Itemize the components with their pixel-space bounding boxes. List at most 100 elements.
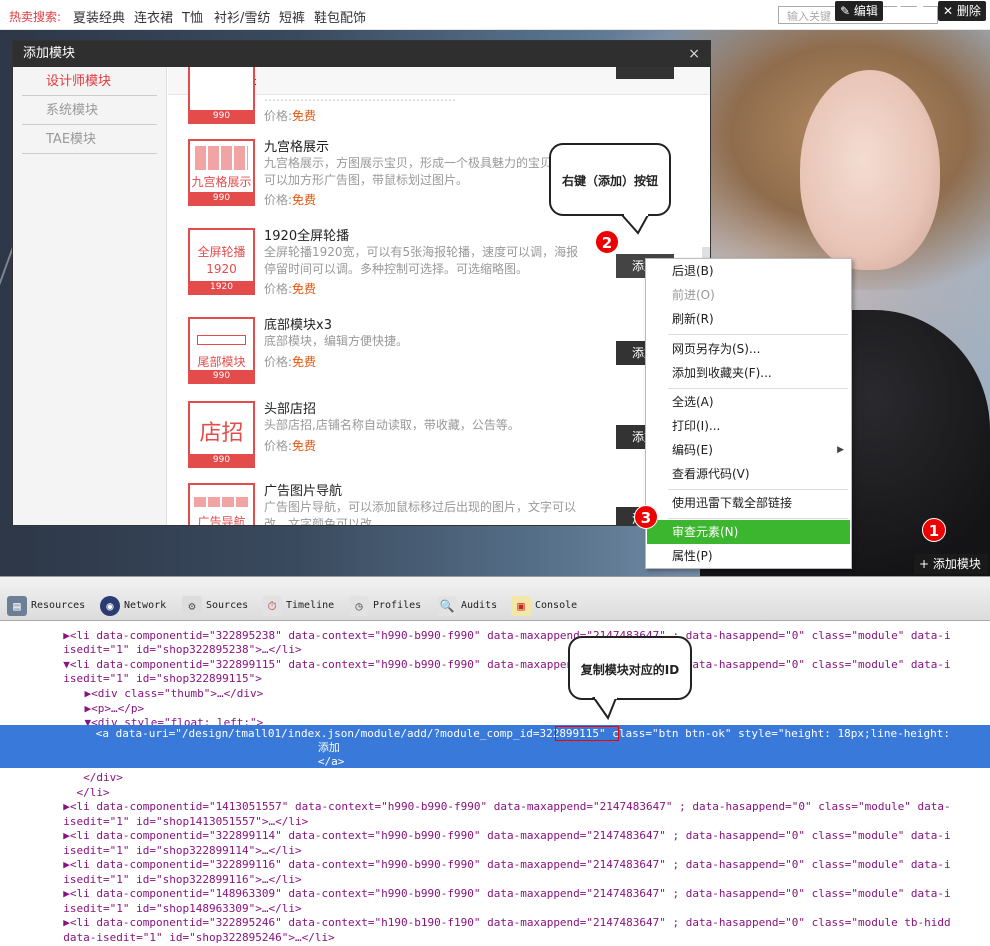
code-line: </a>: [0, 755, 345, 768]
menu-item-forward[interactable]: 前进(O): [647, 283, 850, 307]
code-line[interactable]: isedit="1" id="shop322895238">…</li>: [50, 643, 301, 658]
menu-item-print[interactable]: 打印(I)...: [647, 414, 850, 438]
sidebar-item-system[interactable]: 系统模块: [22, 96, 157, 125]
tab-profiles[interactable]: ◷ Profiles: [349, 596, 421, 616]
sidebar-item-tae[interactable]: TAE模块: [22, 125, 157, 154]
menu-item-properties[interactable]: 属性(P): [647, 544, 850, 568]
code-line[interactable]: ▶<p>…</p>: [58, 702, 144, 717]
code-line[interactable]: <a data-uri="/design/tmall01/index.json/…: [56, 727, 950, 742]
add-module-button[interactable]: + 添加模块: [914, 554, 988, 574]
menu-item-save-as[interactable]: 网页另存为(S)...: [647, 337, 850, 361]
tab-sources[interactable]: ⚙ Sources: [182, 596, 248, 616]
code-line[interactable]: ▶<li data-componentid="322895246" data-c…: [50, 916, 950, 931]
tab-console[interactable]: ▣ Console: [511, 596, 577, 616]
sources-icon: ⚙: [182, 596, 202, 616]
module-thumb: 尾部模块 990: [188, 317, 255, 384]
tab-timeline[interactable]: ⏱ Timeline: [262, 596, 334, 616]
code-line[interactable]: ▶<li data-componentid="322899114" data-c…: [50, 829, 950, 844]
code-line[interactable]: </li>: [50, 786, 109, 801]
code-line[interactable]: data-isedit="1" id="shop322895246">…</li…: [50, 931, 335, 946]
add-module-dialog: 添加模块 × 设计师模块 系统模块 TAE模块 共有16模块 990 ………………: [12, 40, 711, 526]
hot-link-3[interactable]: 衬衫/雪纺: [214, 7, 270, 26]
menu-separator: [668, 334, 848, 335]
tab-network[interactable]: ◉ Network: [100, 596, 166, 616]
tab-audits[interactable]: 🔍 Audits: [437, 596, 497, 616]
menu-item-inspect-element[interactable]: 审查元素(N): [647, 520, 850, 544]
list-item: 店招 990 头部店招 头部店招,店铺名称自动读取，带收藏，公告等。 价格:免费…: [188, 401, 688, 481]
network-icon: ◉: [100, 596, 120, 616]
banner-model-face: [800, 70, 940, 270]
pencil-icon: ✎: [840, 4, 851, 18]
callout-copy-id: 复制模块对应的ID: [568, 636, 692, 700]
code-line[interactable]: ▶<li data-componentid="322899116" data-c…: [50, 858, 950, 873]
module-title: 广告图片导航: [264, 484, 343, 499]
code-line[interactable]: ▶<li data-componentid="322895238" data-c…: [50, 629, 950, 644]
module-title: 1920全屏轮播: [264, 229, 350, 244]
elements-tree: ▶<li data-componentid="322895238" data-c…: [0, 622, 990, 946]
delete-button[interactable]: ✕ 删除: [938, 1, 986, 21]
close-icon: ✕: [943, 4, 954, 18]
menu-item-encoding[interactable]: 编码(E) ▶: [647, 438, 850, 462]
menu-item-add-favorite[interactable]: 添加到收藏夹(F)...: [647, 361, 850, 385]
module-price: 价格:免费: [264, 109, 317, 123]
menu-item-back[interactable]: 后退(B): [647, 259, 850, 283]
module-price: 价格:免费: [264, 355, 317, 369]
code-line[interactable]: ▼<li data-componentid="322899115" data-c…: [50, 658, 950, 673]
hot-link-1[interactable]: 连衣裙: [134, 7, 173, 26]
module-thumb: 990: [188, 67, 255, 124]
callout-tail: [592, 690, 618, 721]
add-button[interactable]: [616, 67, 674, 79]
hot-search-label: 热卖搜索:: [9, 10, 62, 24]
code-line[interactable]: isedit="1" id="shop322899114">…</li>: [50, 844, 301, 859]
step-badge-1: 1: [922, 518, 946, 542]
selected-node[interactable]: <a data-uri="/design/tmall01/index.json/…: [0, 725, 990, 768]
menu-item-view-source[interactable]: 查看源代码(V): [647, 462, 850, 486]
move-down-icon[interactable]: 🡇: [912, 4, 928, 20]
hot-link-5[interactable]: 鞋包配饰: [314, 7, 366, 26]
module-price: 价格:免费: [264, 282, 317, 296]
tab-resources[interactable]: ▤ Resources: [7, 596, 85, 616]
code-line[interactable]: </div>: [50, 771, 123, 786]
menu-item-select-all[interactable]: 全选(A): [647, 390, 850, 414]
move-up-icon[interactable]: 🡅: [891, 4, 907, 20]
dialog-title: 添加模块: [23, 46, 76, 61]
edit-button[interactable]: ✎ 编辑: [835, 1, 883, 21]
module-desc: …………………………………………: [264, 90, 456, 104]
code-line[interactable]: ▶<li data-componentid="148963309" data-c…: [50, 887, 950, 902]
resources-icon: ▤: [7, 596, 27, 616]
module-price: 价格:免费: [264, 193, 317, 207]
module-title: 九宫格展示: [264, 140, 330, 155]
grid-thumb-pattern: [195, 146, 248, 170]
hot-link-0[interactable]: 夏装经典: [73, 7, 125, 26]
module-list: 共有16模块 990 ………………………………………… 价格:免费 九宫格展示 …: [168, 67, 710, 525]
menu-separator: [668, 518, 848, 519]
module-price: 价格:免费: [264, 439, 317, 453]
module-thumb: 广告导航: [188, 483, 255, 525]
list-item: 广告导航 广告图片导航 广告图片导航，可以添加鼠标移过后出现的图片，文字可以改，…: [188, 483, 688, 525]
code-line[interactable]: isedit="1" id="shop1413051557">…</li>: [50, 815, 308, 830]
code-line[interactable]: ▶<div class="thumb">…</div>: [58, 687, 263, 702]
menu-separator: [668, 489, 848, 490]
context-menu: 后退(B) 前进(O) 刷新(R) 网页另存为(S)... 添加到收藏夹(F).…: [645, 258, 852, 569]
nav-thumb-pattern: [194, 497, 249, 507]
code-line[interactable]: isedit="1" id="shop148963309">…</li>: [50, 902, 301, 917]
code-line[interactable]: isedit="1" id="shop322899115">: [50, 672, 262, 687]
code-line[interactable]: ▶<li data-componentid="1413051557" data-…: [50, 800, 950, 815]
module-title: 底部模块x3: [264, 318, 332, 333]
devtools-panel: ▤ Resources ◉ Network ⚙ Sources ⏱ Timeline ◷…: [0, 576, 990, 945]
submenu-arrow-icon: ▶: [837, 445, 844, 455]
menu-item-thunder-download[interactable]: 使用迅雷下载全部链接: [647, 491, 850, 515]
hot-link-4[interactable]: 短裤: [279, 7, 305, 26]
module-desc: 九宫格展示，方图展示宝贝，形成一个极具魅力的宝贝中间可以加方形广告图，带鼠标划过…: [264, 156, 577, 187]
hot-link-2[interactable]: T恤: [182, 7, 203, 26]
menu-item-refresh[interactable]: 刷新(R): [647, 307, 850, 331]
list-item: 990 ………………………………………… 价格:免费: [188, 67, 688, 137]
delete-label: 删除: [956, 4, 981, 18]
audits-icon: 🔍: [437, 596, 457, 616]
code-line[interactable]: isedit="1" id="shop322899116">…</li>: [50, 873, 301, 888]
close-icon[interactable]: ×: [688, 41, 700, 67]
devtools-toolbar: ▤ Resources ◉ Network ⚙ Sources ⏱ Timeline ◷…: [0, 577, 990, 621]
module-thumb: 九宫格展示 990: [188, 139, 255, 206]
timeline-icon: ⏱: [262, 596, 282, 616]
sidebar-item-designer[interactable]: 设计师模块: [22, 67, 157, 96]
